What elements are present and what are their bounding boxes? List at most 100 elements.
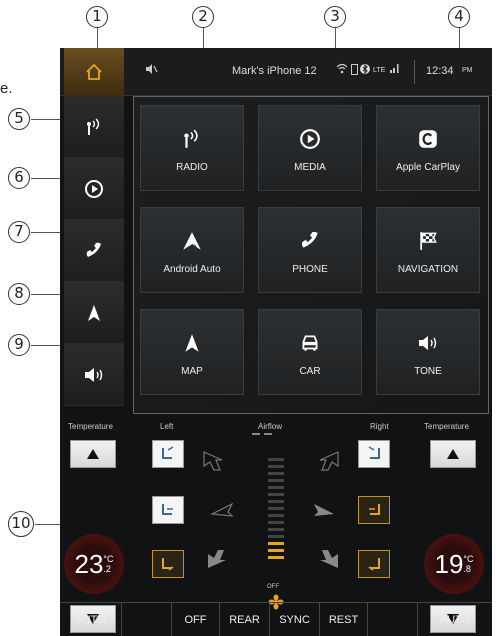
left-temperature-label: Temperature xyxy=(68,422,113,431)
checkered-flag-icon xyxy=(420,231,437,250)
tile-label: Android Auto xyxy=(163,263,221,275)
callout-10: 10 xyxy=(8,511,34,537)
phone-name: Mark's iPhone 12 xyxy=(232,65,317,77)
phone-icon xyxy=(86,242,101,257)
callout-5: 5 xyxy=(8,108,30,130)
tile-label: NAVIGATION xyxy=(397,263,459,275)
tile-car[interactable]: CAR xyxy=(258,309,362,395)
media-play-icon xyxy=(85,179,103,198)
sidebar-navigation-button[interactable] xyxy=(64,282,124,344)
sync-button[interactable]: SYNC xyxy=(270,603,320,636)
tile-radio[interactable]: RADIO xyxy=(140,105,244,191)
seat-airflow-body-icon xyxy=(369,504,380,515)
left-seat-body-button[interactable] xyxy=(152,496,184,524)
callout-1: 1 xyxy=(86,6,108,28)
airflow-down-left-arrow-icon xyxy=(208,550,226,568)
seat-airflow-face-icon xyxy=(162,446,174,459)
home-button[interactable] xyxy=(64,48,124,96)
left-temp-up-button[interactable] xyxy=(70,440,116,468)
off-button[interactable]: OFF xyxy=(172,603,220,636)
callout-2: 2 xyxy=(192,6,214,28)
airflow-down-right-arrow-icon xyxy=(320,550,338,568)
mute-icon[interactable] xyxy=(144,62,158,79)
bottom-spacer xyxy=(122,603,172,636)
rear-button[interactable]: REAR xyxy=(220,603,270,636)
tile-label: Apple CarPlay xyxy=(396,161,460,173)
sidebar-phone-button[interactable] xyxy=(64,220,124,282)
right-temperature-label: Temperature xyxy=(424,422,469,431)
app-grid: RADIO MEDIA Apple CarPlay Android Auto P… xyxy=(133,96,489,414)
airflow-up-right-arrow-icon xyxy=(319,451,339,471)
left-seat-label: Left xyxy=(160,422,174,431)
radio-icon xyxy=(184,129,198,148)
tile-label: CAR xyxy=(299,365,321,377)
triangle-up-icon xyxy=(447,449,459,459)
airflow-label: Airflow xyxy=(258,422,283,431)
callout-4: 4 xyxy=(448,6,470,28)
callout-9: 9 xyxy=(8,334,30,356)
triangle-up-icon xyxy=(87,449,99,459)
bottom-spacer xyxy=(368,603,418,636)
navigation-arrow-icon xyxy=(88,304,100,321)
media-play-icon xyxy=(300,128,320,149)
left-seat-face-button[interactable] xyxy=(152,440,184,468)
left-seat-feet-button[interactable] xyxy=(152,550,184,578)
tile-phone[interactable]: PHONE xyxy=(258,207,362,293)
carplay-icon xyxy=(419,129,437,148)
left-auto-button[interactable]: AUTO xyxy=(60,603,122,636)
airflow-up-left-arrow-icon xyxy=(203,451,223,471)
sidebar-volume-button[interactable] xyxy=(64,344,124,406)
tile-label: MAP xyxy=(181,365,203,377)
volume-icon xyxy=(85,367,103,382)
callout-3: 3 xyxy=(324,6,346,28)
home-icon xyxy=(86,63,102,80)
right-seat-body-button[interactable] xyxy=(358,496,390,524)
infotainment-screen: Mark's iPhone 12 LTE 12:34 PM RADIO MEDI… xyxy=(60,48,492,636)
sidebar-media-button[interactable] xyxy=(64,158,124,220)
clock-time: 12:34 xyxy=(426,65,454,77)
wifi-icon xyxy=(336,63,348,78)
car-icon xyxy=(302,335,318,351)
fan-off-label: OFF xyxy=(267,584,279,590)
tile-label: PHONE xyxy=(292,263,328,275)
sidebar-radio-button[interactable] xyxy=(64,96,124,158)
map-arrow-icon xyxy=(185,333,199,352)
seat-airflow-feet-icon xyxy=(162,558,174,571)
right-auto-button[interactable]: AUTO xyxy=(418,603,492,636)
callout-8: 8 xyxy=(8,283,30,305)
clipped-caption: e. xyxy=(0,80,13,97)
tile-android-auto[interactable]: Android Auto xyxy=(140,207,244,293)
tile-tone[interactable]: TONE xyxy=(376,309,480,395)
callout-7: 7 xyxy=(8,221,30,243)
rest-button[interactable]: REST xyxy=(320,603,368,636)
lte-label: LTE xyxy=(373,67,386,74)
right-seat-face-button[interactable] xyxy=(358,440,390,468)
tile-navigation[interactable]: NAVIGATION xyxy=(376,207,480,293)
right-seat-label: Right xyxy=(370,422,389,431)
tile-label: RADIO xyxy=(176,161,208,173)
left-temperature-display: 23 °C .2 xyxy=(64,534,124,594)
android-auto-icon xyxy=(183,231,201,250)
signal-icon xyxy=(390,62,402,79)
tile-label: MEDIA xyxy=(294,161,326,173)
right-temperature-display: 19 °C .8 xyxy=(424,534,484,594)
tile-label: TONE xyxy=(414,365,442,377)
right-seat-feet-button[interactable] xyxy=(358,550,390,578)
bluetooth-icon xyxy=(360,63,370,78)
tone-speaker-icon xyxy=(419,335,437,350)
seat-airflow-body-icon xyxy=(162,504,173,515)
tile-map[interactable]: MAP xyxy=(140,309,244,395)
right-temp-up-button[interactable] xyxy=(430,440,476,468)
seat-airflow-feet-icon xyxy=(368,558,380,571)
clock-ampm: PM xyxy=(462,67,473,74)
tile-media[interactable]: MEDIA xyxy=(258,105,362,191)
climate-panel: Temperature Left Airflow Right Temperatu… xyxy=(60,400,492,636)
fan-speed-bars[interactable] xyxy=(268,458,284,563)
battery-icon xyxy=(351,63,358,78)
climate-bottom-bar: AUTO OFF REAR SYNC REST AUTO xyxy=(60,602,492,636)
tile-apple-carplay[interactable]: Apple CarPlay xyxy=(376,105,480,191)
callout-6: 6 xyxy=(8,167,30,189)
shortcut-sidebar xyxy=(64,96,124,416)
seat-airflow-face-icon xyxy=(368,446,380,459)
status-bar: Mark's iPhone 12 LTE 12:34 PM xyxy=(60,48,492,96)
